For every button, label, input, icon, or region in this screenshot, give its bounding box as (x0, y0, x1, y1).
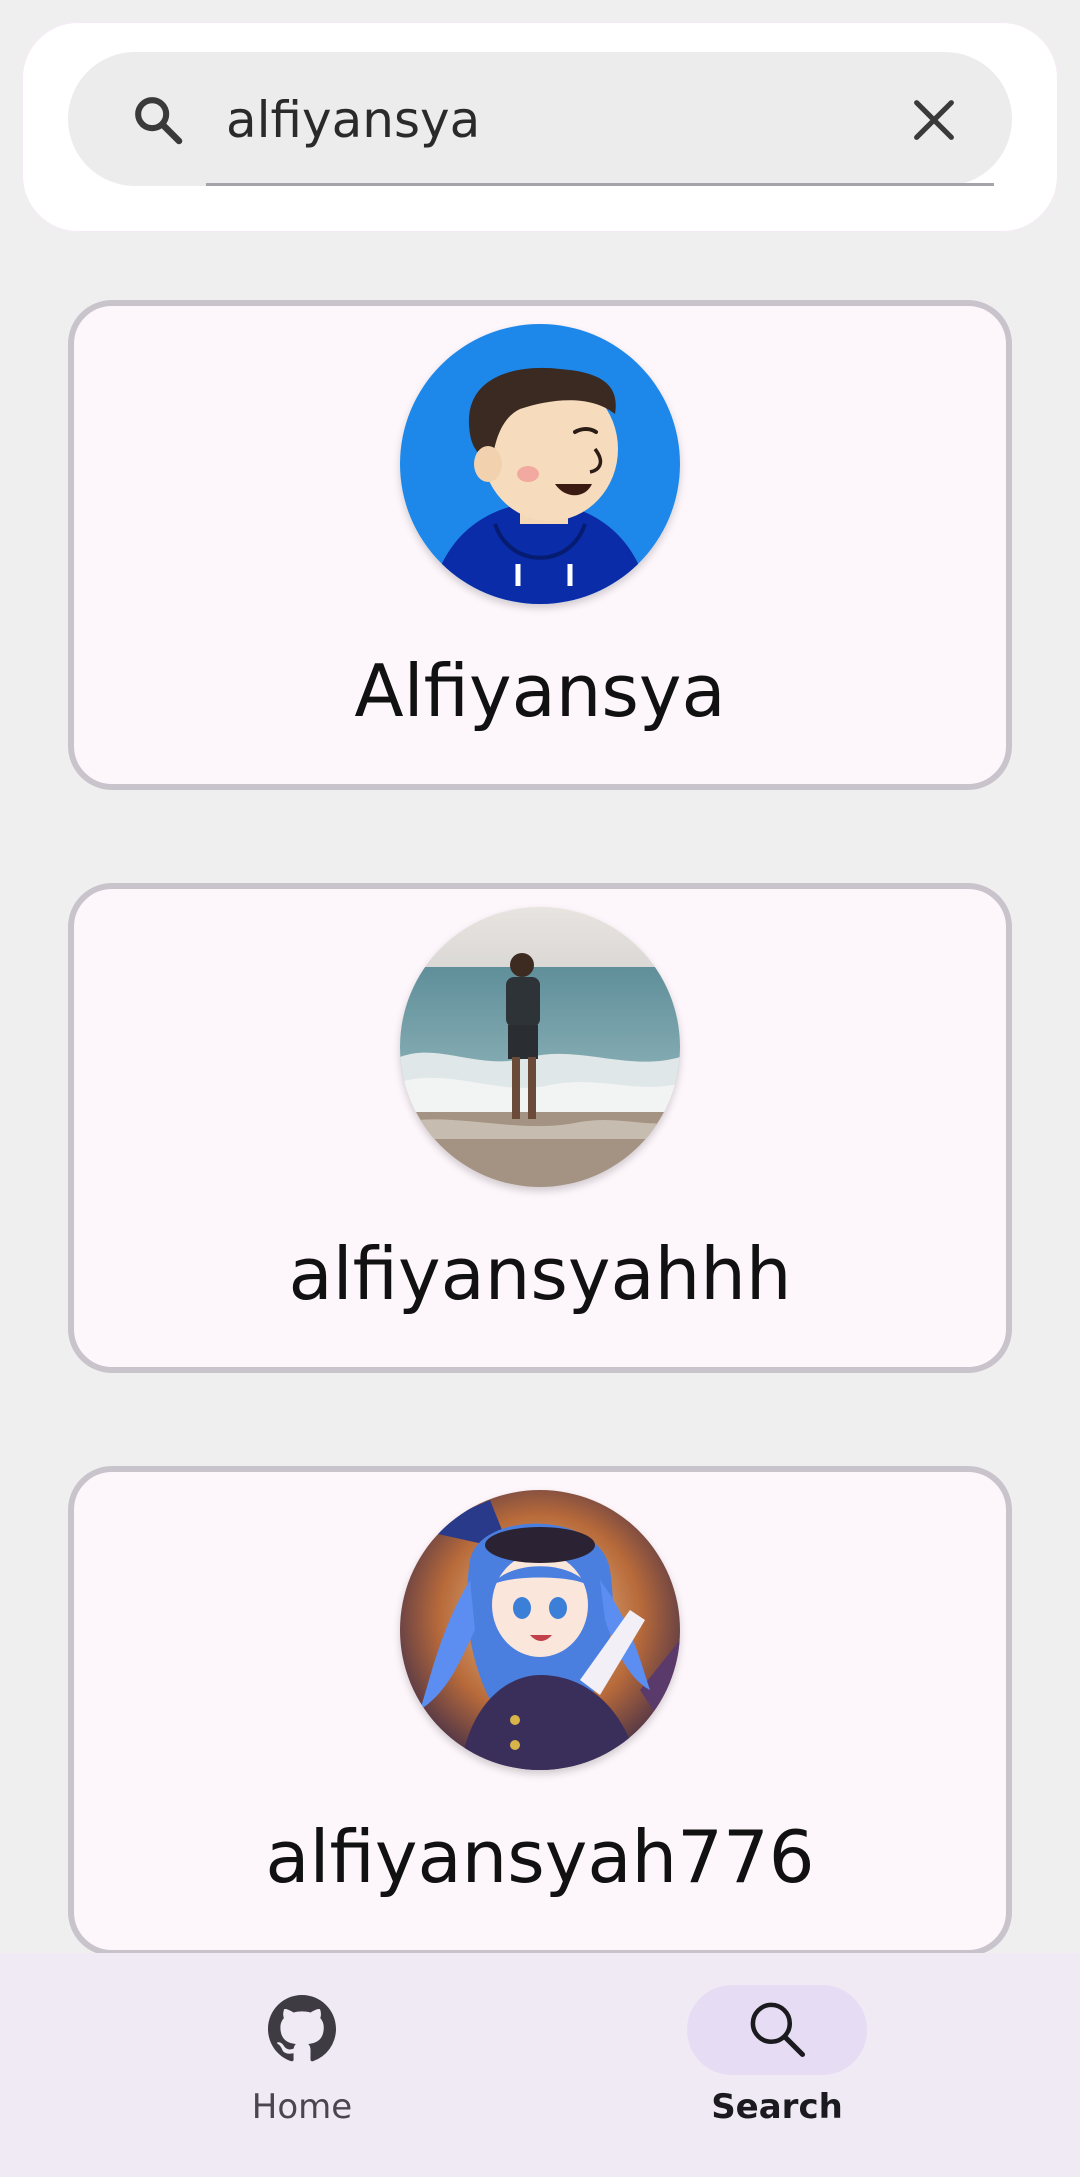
search-icon (130, 92, 186, 148)
bottom-navigation: Home Search (0, 1953, 1080, 2177)
user-card[interactable]: Alfiyansya (68, 300, 1012, 790)
github-icon (268, 1995, 336, 2063)
search-bar[interactable]: alfiyansya (68, 52, 1012, 186)
username: alfiyansyah776 (265, 1815, 815, 1899)
username: alfiyansyahhh (288, 1232, 792, 1316)
user-card[interactable]: alfiyansyahhh (68, 883, 1012, 1373)
close-icon[interactable] (908, 94, 960, 146)
nav-search-label: Search (711, 2087, 843, 2127)
avatar (400, 1490, 680, 1770)
search-header: alfiyansya (22, 22, 1058, 232)
search-icon (743, 1995, 811, 2063)
user-card[interactable]: alfiyansyah776 (68, 1466, 1012, 1956)
nav-search[interactable]: Search (627, 1953, 927, 2177)
avatar (400, 907, 680, 1187)
username: Alfiyansya (354, 649, 726, 733)
search-screen: alfiyansya Alfiyansya alfiyansyahhh alfi… (0, 0, 1080, 2177)
avatar (400, 324, 680, 604)
nav-home[interactable]: Home (152, 1953, 452, 2177)
search-input-underline (206, 183, 994, 186)
nav-home-label: Home (251, 2087, 353, 2127)
search-input[interactable]: alfiyansya (226, 85, 480, 155)
